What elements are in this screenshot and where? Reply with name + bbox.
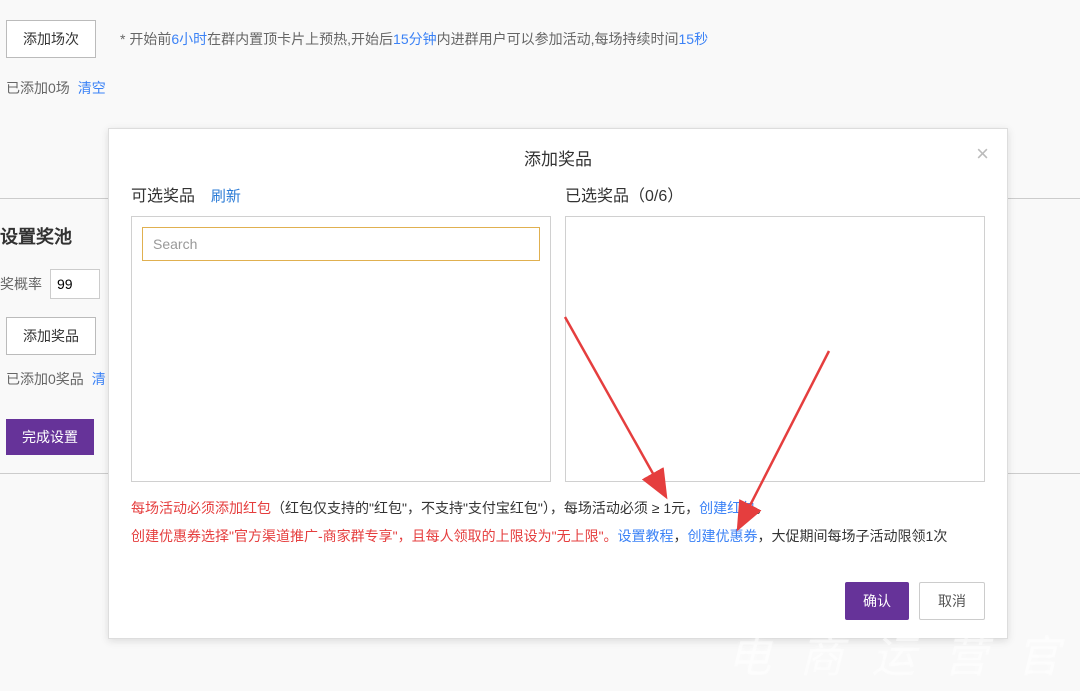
rate-label: 奖概率 <box>0 274 42 294</box>
modal-notes: 每场活动必须添加红包（红包仅支持的"红包"，不支持"支付宝红包"），每场活动必须… <box>131 494 985 550</box>
hint-prefix: * 开始前 <box>120 31 171 47</box>
cancel-button[interactable]: 取消 <box>919 582 985 620</box>
hint-t3: 15秒 <box>679 31 709 47</box>
hint-t2: 15分钟 <box>393 31 437 47</box>
rate-input[interactable] <box>50 269 100 299</box>
add-prize-button-bg[interactable]: 添加奖品 <box>6 317 96 355</box>
close-icon[interactable]: × <box>976 143 989 165</box>
note2-comma: ， <box>674 528 688 544</box>
note1-black: （红包仅支持的"红包"，不支持"支付宝红包"），每场活动必须 ≥ 1元， <box>271 500 699 516</box>
selected-title: 已选奖品（0/6） <box>565 182 683 206</box>
note2-black: ，大促期间每场子活动限领1次 <box>758 528 948 544</box>
available-list-box[interactable] <box>131 216 551 482</box>
finish-setup-button[interactable]: 完成设置 <box>6 419 94 455</box>
clear-rounds-link[interactable]: 清空 <box>78 78 106 98</box>
confirm-button[interactable]: 确认 <box>845 582 909 620</box>
note2-red: 创建优惠券选择"官方渠道推广-商家群专享"，且每人领取的上限设为"无上限"。 <box>131 528 618 544</box>
note1-red: 每场活动必须添加红包 <box>131 500 271 516</box>
modal-title: 添加奖品 <box>524 150 592 169</box>
hint-t1: 6小时 <box>171 31 207 47</box>
refresh-link[interactable]: 刷新 <box>211 188 241 205</box>
added-rounds-label: 已添加0场 <box>6 78 70 98</box>
selected-list-box[interactable] <box>565 216 985 482</box>
note1-period: 。 <box>755 500 769 516</box>
hint-mid1: 在群内置顶卡片上预热,开始后 <box>207 31 393 47</box>
modal-title-bar: 添加奖品 × <box>109 129 1007 182</box>
create-hongbao-link[interactable]: 创建红包 <box>699 500 755 516</box>
search-input[interactable] <box>142 227 540 261</box>
add-prize-modal: 添加奖品 × 可选奖品 刷新 已选奖品（0/6） 每场活动必须添加红包（红包仅支… <box>108 128 1008 639</box>
hint-text: * 开始前6小时在群内置顶卡片上预热,开始后15分钟内进群用户可以参加活动,每场… <box>120 29 708 49</box>
tutorial-link[interactable]: 设置教程 <box>618 528 674 544</box>
added-prizes-label: 已添加0奖品 <box>6 369 84 389</box>
add-round-button[interactable]: 添加场次 <box>6 20 96 58</box>
hint-mid2: 内进群用户可以参加活动,每场持续时间 <box>437 31 679 47</box>
clear-prizes-link[interactable]: 清 <box>92 369 106 389</box>
create-coupon-link[interactable]: 创建优惠券 <box>688 528 758 544</box>
available-title: 可选奖品 <box>131 182 195 206</box>
selected-panel: 已选奖品（0/6） <box>565 182 985 482</box>
available-panel: 可选奖品 刷新 <box>131 182 551 482</box>
